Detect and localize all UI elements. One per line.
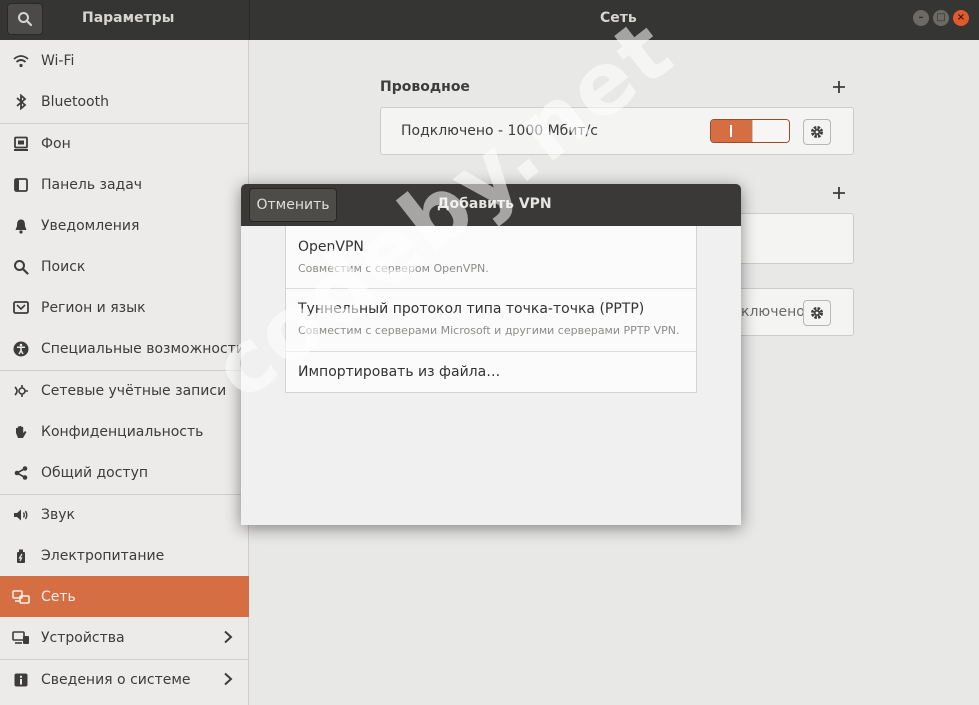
sidebar-item-bluetooth[interactable]: Bluetooth [0,81,249,122]
toggle-on-indicator [730,125,732,137]
sidebar-item-notifications[interactable]: Уведомления [0,205,249,246]
minimize-button[interactable]: – [913,10,929,26]
sidebar-item-network[interactable]: Сеть [0,576,249,617]
vpn-option-title: Туннельный протокол типа точка-точка (PP… [298,301,645,317]
window-controls: – □ × [913,10,969,26]
add-vpn-icon[interactable] [832,186,846,200]
wired-toggle[interactable] [710,119,790,143]
dialog-header: Отменить Добавить VPN [241,184,741,226]
chevron-right-icon [224,672,233,686]
sidebar-item-online-accounts[interactable]: Сетевые учётные записи [0,370,249,411]
vpn-option-import[interactable]: Импортировать из файла… [286,352,696,392]
toggle-knob [752,120,789,142]
sidebar-item-power[interactable]: Электропитание [0,535,249,576]
wired-status: Подключено - 1000 Мбит/с [401,123,598,139]
sidebar-item-label: Сетевые учётные записи [41,382,227,399]
search-icon [18,12,33,27]
info-icon [12,671,30,689]
network-icon [12,588,30,606]
sidebar-item-label: Панель задач [41,176,143,193]
vpn-option-subtitle: Совместим с серверами Microsoft и другим… [298,324,680,337]
sidebar-item-label: Электропитание [41,547,165,564]
wired-section-title: Проводное [380,79,470,95]
power-icon [12,547,30,565]
header-bar: Параметры Сеть – □ × [0,0,979,40]
settings-title: Параметры [82,10,175,26]
cancel-button[interactable]: Отменить [249,188,337,222]
sidebar-item-dock[interactable]: Панель задач [0,164,249,205]
sidebar-item-accessibility[interactable]: Специальные возможности [0,328,249,369]
maximize-button[interactable]: □ [933,10,949,26]
add-vpn-dialog: Отменить Добавить VPN OpenVPN Совместим … [241,184,741,525]
vpn-option-subtitle: Совместим с сервером OpenVPN. [298,262,489,275]
accessibility-icon [12,340,30,358]
sidebar-item-label: Регион и язык [41,299,146,316]
speaker-icon [12,506,30,524]
vpn-type-list: OpenVPN Совместим с сервером OpenVPN. Ту… [285,226,697,393]
sidebar-item-label: Общий доступ [41,464,149,481]
sidebar-item-region[interactable]: Регион и язык [0,287,249,328]
share-icon [12,464,30,482]
sidebar-item-privacy[interactable]: Конфиденциальность [0,411,249,452]
page-title: Сеть [600,10,637,26]
wifi-icon [12,52,30,70]
sidebar-item-about[interactable]: Сведения о системе [0,659,249,700]
background-icon [12,135,30,153]
sidebar-item-label: Конфиденциальность [41,423,204,440]
sidebar-item-label: Поиск [41,258,86,275]
region-icon [12,299,30,317]
proxy-status: ключено [741,304,805,320]
vpn-option-title: Импортировать из файла… [298,364,501,380]
sidebar-item-label: Wi-Fi [41,52,75,69]
sidebar-item-label: Звук [41,506,75,523]
sidebar-item-wifi[interactable]: Wi-Fi [0,40,249,81]
gear-icon [811,126,823,138]
add-wired-icon[interactable] [832,80,846,94]
sidebar: Wi-Fi Bluetooth Фон Панель задач Уведомл… [0,40,249,705]
vpn-option-openvpn[interactable]: OpenVPN Совместим с сервером OpenVPN. [286,226,696,288]
sidebar-item-sound[interactable]: Звук [0,494,249,535]
gear-icon [811,307,823,319]
privacy-hand-icon [12,423,30,441]
sidebar-item-label: Сведения о системе [41,671,191,688]
sidebar-item-background[interactable]: Фон [0,123,249,164]
sidebar-item-sharing[interactable]: Общий доступ [0,452,249,493]
devices-icon [12,629,30,647]
toggle-on-part [711,120,753,142]
dialog-title: Добавить VPN [437,196,552,212]
header-separator [249,0,250,40]
vpn-option-pptp[interactable]: Туннельный протокол типа точка-точка (PP… [286,289,696,351]
sidebar-item-label: Специальные возможности [41,340,245,357]
search-button[interactable] [7,3,43,35]
dock-icon [12,176,30,194]
chevron-right-icon [224,630,233,644]
bell-icon [12,217,30,235]
bluetooth-icon [12,93,30,111]
close-button[interactable]: × [953,10,969,26]
online-accounts-icon [12,382,30,400]
proxy-settings-button[interactable] [803,300,831,326]
sidebar-item-search[interactable]: Поиск [0,246,249,287]
sidebar-item-devices[interactable]: Устройства [0,617,249,658]
sidebar-item-label: Уведомления [41,217,140,234]
vpn-option-title: OpenVPN [298,239,364,255]
sidebar-item-label: Фон [41,135,71,152]
search-icon [12,258,30,276]
sidebar-item-label: Устройства [41,629,125,646]
sidebar-item-label: Bluetooth [41,93,109,110]
sidebar-item-label: Сеть [41,588,76,605]
wired-connection-card: Подключено - 1000 Мбит/с [380,107,854,155]
wired-settings-button[interactable] [803,119,831,145]
